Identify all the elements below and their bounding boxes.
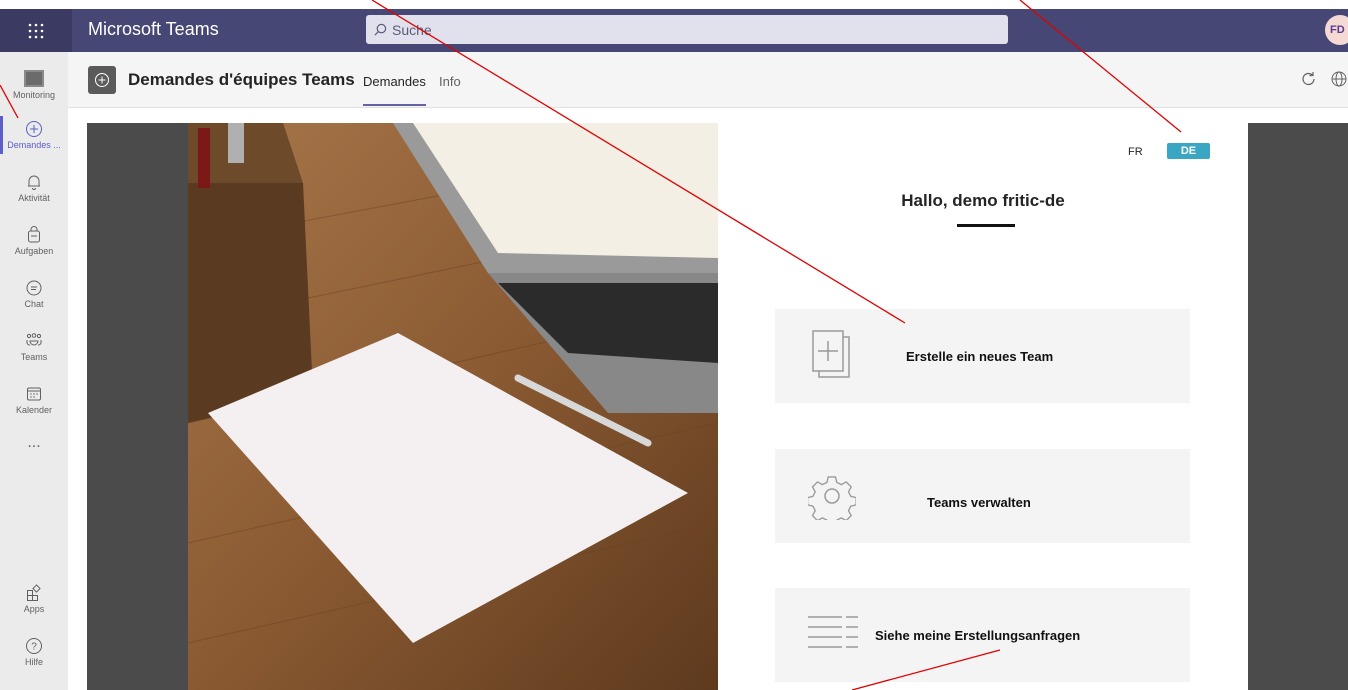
more-icon: ...: [27, 434, 41, 451]
chat-icon: [26, 280, 42, 296]
plus-circle-icon: [95, 73, 109, 87]
top-bar: Microsoft Teams Suche FD: [0, 0, 1348, 52]
search-icon: [374, 23, 387, 36]
my-requests-card[interactable]: Siehe meine Erstellungsanfragen: [775, 588, 1190, 682]
desk-photo: [188, 123, 718, 690]
svg-text:?: ?: [31, 642, 37, 653]
manage-teams-card[interactable]: Teams verwalten: [775, 449, 1190, 543]
avatar[interactable]: FD: [1325, 15, 1348, 45]
teams-icon: [26, 333, 42, 346]
plus-circle-icon: [26, 121, 42, 137]
refresh-icon[interactable]: [1300, 70, 1318, 88]
rail-item-label: Demandes ...: [7, 140, 61, 150]
tasks-icon: [28, 226, 40, 243]
bell-icon: [28, 175, 40, 190]
rail-item-label: Aufgaben: [14, 246, 54, 256]
app-content: FR DE Hallo, demo fritic-de Erstelle ein…: [87, 123, 1348, 690]
rail-item-apps[interactable]: Apps: [0, 574, 68, 624]
calendar-icon: [27, 387, 41, 401]
rail-item-monitoring[interactable]: Monitoring: [0, 60, 68, 110]
page-title: Demandes d'équipes Teams: [128, 70, 355, 89]
rail-item-label: Hilfe: [24, 657, 43, 667]
tab-demandes[interactable]: Demandes: [363, 74, 426, 106]
greeting: Hallo, demo fritic-de: [901, 191, 1065, 210]
apps-icon: [27, 584, 41, 601]
request-panel: FR DE Hallo, demo fritic-de Erstelle ein…: [718, 123, 1248, 690]
app-title: Microsoft Teams: [88, 19, 219, 39]
search-placeholder: Suche: [392, 21, 432, 38]
rail-item-demandes[interactable]: Demandes ...: [0, 110, 68, 160]
gear-icon: [808, 476, 856, 520]
rail-item-label: Monitoring: [12, 90, 56, 100]
rail-item-aufgaben[interactable]: Aufgaben: [0, 216, 68, 266]
language-fr-button[interactable]: FR: [1128, 146, 1143, 158]
desk-illustration: [188, 123, 718, 690]
list-icon: [808, 616, 858, 648]
card-label: Erstelle ein neues Team: [906, 349, 1054, 364]
rail-item-chat[interactable]: Chat: [0, 269, 68, 319]
rail-item-label: Aktivität: [18, 193, 50, 203]
divider: [957, 224, 1015, 227]
help-icon: ?: [26, 638, 42, 654]
app-icon: [88, 66, 116, 94]
rail-item-aktivitaet[interactable]: Aktivität: [0, 163, 68, 213]
language-de-button[interactable]: DE: [1167, 143, 1210, 159]
rail-item-label: Kalender: [15, 405, 53, 415]
rail-item-label: Apps: [23, 604, 45, 614]
monitoring-icon: [24, 70, 44, 87]
search-input[interactable]: Suche: [366, 15, 1008, 44]
globe-icon[interactable]: [1330, 70, 1348, 88]
create-team-card[interactable]: Erstelle ein neues Team: [775, 309, 1190, 403]
left-rail: Monitoring Demandes ... Aktivität Aufgab…: [0, 52, 68, 690]
rail-item-teams[interactable]: Teams: [0, 322, 68, 372]
card-label: Teams verwalten: [927, 495, 1031, 510]
rail-item-hilfe[interactable]: ? Hilfe: [0, 627, 68, 677]
app-launcher-button[interactable]: [0, 9, 72, 52]
card-label: Siehe meine Erstellungsanfragen: [875, 628, 1081, 643]
more-apps-button[interactable]: ...: [0, 418, 68, 468]
waffle-icon: [28, 23, 44, 38]
rail-item-label: Teams: [20, 352, 48, 362]
app-header: Demandes d'équipes Teams Demandes Info: [68, 52, 1348, 108]
new-team-icon: [812, 330, 850, 378]
tab-info[interactable]: Info: [439, 74, 461, 89]
rail-item-label: Chat: [24, 299, 44, 309]
